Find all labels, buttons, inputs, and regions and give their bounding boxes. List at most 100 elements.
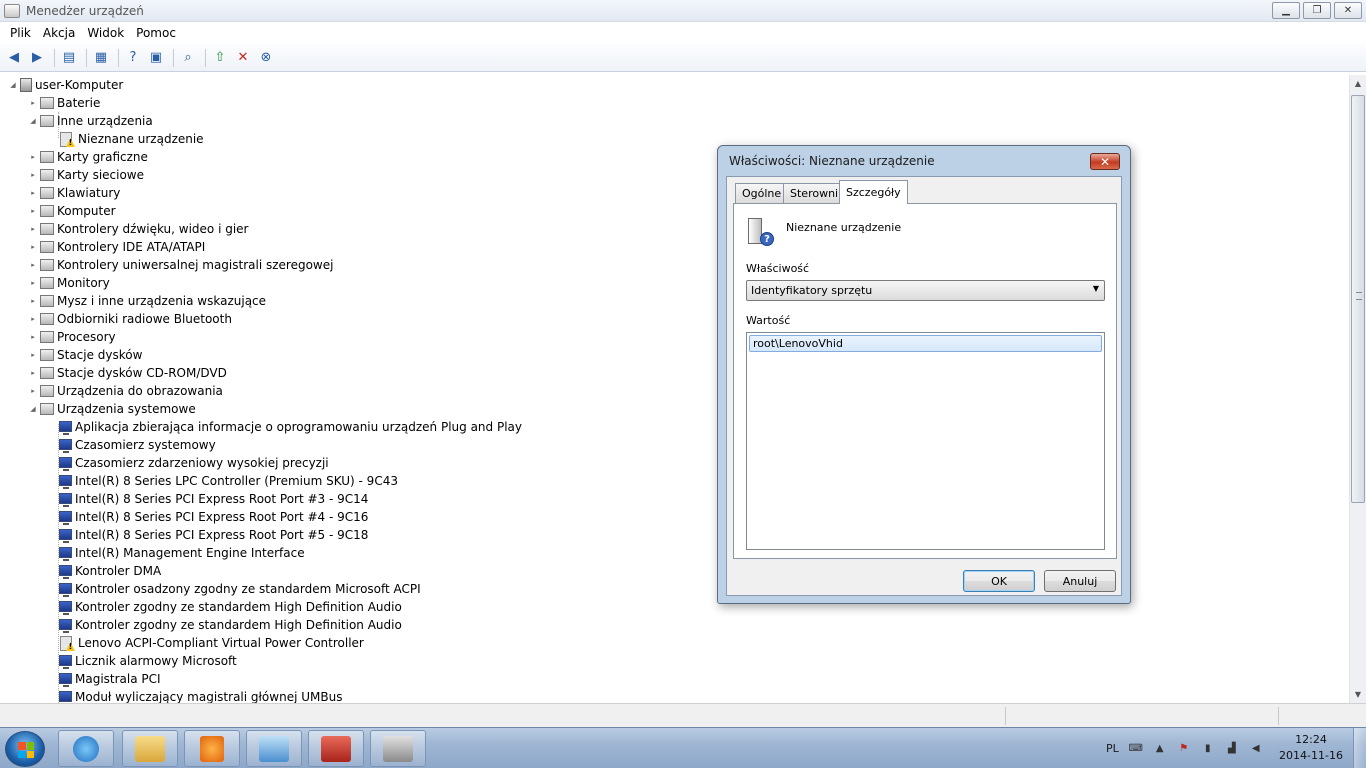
expand-arrow-icon[interactable]: ▸ — [28, 207, 38, 215]
tree-category-urza-dzenia-systemowe[interactable]: ◢ Urządzenia systemowe — [28, 400, 195, 418]
value-listbox[interactable]: root\LenovoVhid — [746, 332, 1105, 550]
media-player-taskbar-button[interactable] — [184, 730, 240, 767]
uninstall-icon[interactable]: ⊗ — [256, 48, 276, 68]
action-center-icon[interactable]: ⚑ — [1177, 743, 1191, 755]
collapse-arrow-icon[interactable]: ◢ — [28, 405, 38, 413]
expand-arrow-icon[interactable]: ▸ — [28, 189, 38, 197]
close-button[interactable]: ✕ — [1334, 2, 1362, 19]
show-desktop-button[interactable] — [1353, 728, 1366, 768]
keyboard-icon[interactable]: ⌨ — [1129, 743, 1143, 755]
tree-device-item[interactable]: Intel(R) 8 Series PCI Express Root Port … — [47, 526, 368, 544]
tree-device-item[interactable]: Kontroler DMA — [47, 562, 161, 580]
expand-arrow-icon[interactable]: ▸ — [28, 225, 38, 233]
expand-arrow-icon[interactable]: ▸ — [28, 333, 38, 341]
collapse-arrow-icon[interactable]: ◢ — [8, 81, 18, 89]
expand-arrow-icon[interactable]: ▸ — [28, 261, 38, 269]
menu-action[interactable]: Akcja — [37, 26, 81, 40]
expand-arrow-icon[interactable]: ▸ — [28, 387, 38, 395]
dialog-close-button[interactable]: ✕ — [1090, 153, 1120, 170]
toolbox-taskbar-button[interactable] — [308, 730, 364, 767]
tree-category-karty-graficzne[interactable]: ▸ Karty graficzne — [28, 148, 148, 166]
tree-category-kontrolery-dz-wie-ku-wideo-i-gier[interactable]: ▸ Kontrolery dźwięku, wideo i gier — [28, 220, 248, 238]
cancel-button[interactable]: Anuluj — [1044, 570, 1116, 592]
expand-arrow-icon[interactable]: ▸ — [28, 279, 38, 287]
tree-device-item[interactable]: Magistrala PCI — [47, 670, 161, 688]
menu-file[interactable]: Plik — [4, 26, 37, 40]
menu-help[interactable]: Pomoc — [130, 26, 182, 40]
tree-category-stacje-dysko-w-cd-rom-dvd[interactable]: ▸ Stacje dysków CD-ROM/DVD — [28, 364, 227, 382]
expand-arrow-icon[interactable]: ▸ — [28, 351, 38, 359]
tree-category-inne-urza-dzenia[interactable]: ◢ Inne urządzenia — [28, 112, 152, 130]
tree-device-item[interactable]: Kontroler zgodny ze standardem High Defi… — [47, 598, 402, 616]
tree-device-item[interactable]: Kontroler osadzony zgodny ze standardem … — [47, 580, 421, 598]
properties-icon[interactable]: ▦ — [91, 48, 111, 68]
tab-details[interactable]: Szczegóły — [839, 180, 908, 204]
minimize-button[interactable]: ▁ — [1272, 2, 1300, 19]
show-hide-console-tree-icon[interactable]: ▤ — [59, 48, 79, 68]
tree-device-item[interactable]: Intel(R) 8 Series PCI Express Root Port … — [47, 490, 368, 508]
tree-device-item[interactable]: Nieznane urządzenie — [47, 130, 204, 148]
device-manager-taskbar-button[interactable] — [370, 730, 426, 767]
tree-device-item[interactable]: Lenovo ACPI-Compliant Virtual Power Cont… — [47, 634, 364, 652]
tree-device-item[interactable]: Czasomierz zdarzeniowy wysokiej precyzji — [47, 454, 329, 472]
tree-category-monitory[interactable]: ▸ Monitory — [28, 274, 109, 292]
tree-category-mysz-i-inne-urza-dzenia-wskazuja-ce[interactable]: ▸ Mysz i inne urządzenia wskazujące — [28, 292, 266, 310]
battery-icon[interactable]: ▮ — [1201, 743, 1215, 755]
tree-scrollbar[interactable]: ▲ ▼ — [1349, 75, 1366, 703]
tree-category-klawiatury[interactable]: ▸ Klawiatury — [28, 184, 120, 202]
expand-arrow-icon[interactable]: ▸ — [28, 315, 38, 323]
property-select[interactable]: Identyfikatory sprzętu ▼ — [746, 280, 1105, 301]
view-icon[interactable]: ▣ — [146, 48, 166, 68]
tree-category-stacje-dysko-w[interactable]: ▸ Stacje dysków — [28, 346, 142, 364]
restore-button[interactable]: ❐ — [1303, 2, 1331, 19]
scan-hardware-icon[interactable]: ⌕ — [178, 48, 198, 68]
tree-device-item[interactable]: Licznik alarmowy Microsoft — [47, 652, 237, 670]
tree-category-procesory[interactable]: ▸ Procesory — [28, 328, 115, 346]
language-indicator[interactable]: PL — [1106, 742, 1119, 755]
menu-view[interactable]: Widok — [81, 26, 130, 40]
tree-device-item[interactable]: Czasomierz systemowy — [47, 436, 216, 454]
scroll-down-icon[interactable]: ▼ — [1350, 686, 1366, 703]
expand-arrow-icon[interactable]: ▸ — [28, 171, 38, 179]
back-icon[interactable]: ◀ — [4, 48, 24, 68]
control-panel-taskbar-button[interactable] — [246, 730, 302, 767]
scroll-up-icon[interactable]: ▲ — [1350, 75, 1366, 92]
tree-category-kontrolery-uniwersalnej-magistrali-szeregowej[interactable]: ▸ Kontrolery uniwersalnej magistrali szer… — [28, 256, 333, 274]
tree-device-item[interactable]: Kontroler zgodny ze standardem High Defi… — [47, 616, 402, 634]
expand-arrow-icon[interactable]: ▸ — [28, 243, 38, 251]
tree-category-urza-dzenia-do-obrazowania[interactable]: ▸ Urządzenia do obrazowania — [28, 382, 223, 400]
collapse-arrow-icon[interactable]: ◢ — [28, 117, 38, 125]
tree-root[interactable]: ◢ user-Komputer — [8, 76, 123, 94]
update-driver-icon[interactable]: ⇧ — [210, 48, 230, 68]
explorer-taskbar-button[interactable] — [122, 730, 178, 767]
tree-category-baterie[interactable]: ▸ Baterie — [28, 94, 100, 112]
clock[interactable]: 12:24 2014-11-16 — [1275, 732, 1347, 764]
tree-device-item[interactable]: Intel(R) 8 Series PCI Express Root Port … — [47, 508, 368, 526]
ok-button[interactable]: OK — [963, 570, 1035, 592]
forward-icon[interactable]: ▶ — [27, 48, 47, 68]
help-icon[interactable]: ? — [123, 48, 143, 68]
device-tree[interactable]: ◢ user-Komputer ▸ Baterie ◢ Inne urządzenia Ni… — [2, 75, 1348, 703]
network-icon[interactable]: ▟ — [1225, 743, 1239, 755]
tree-category-kontrolery-ide-ata-atapi[interactable]: ▸ Kontrolery IDE ATA/ATAPI — [28, 238, 205, 256]
tree-device-item[interactable]: Moduł wyliczający magistrali głównej UMB… — [47, 688, 342, 703]
list-item[interactable]: root\LenovoVhid — [749, 335, 1102, 352]
tree-device-item[interactable]: Aplikacja zbierająca informacje o oprogr… — [47, 418, 522, 436]
disable-icon[interactable]: ✕ — [233, 48, 253, 68]
show-hidden-icons-icon[interactable]: ▲ — [1153, 743, 1167, 755]
system-device-icon — [59, 510, 72, 525]
scrollbar-thumb[interactable] — [1351, 95, 1365, 503]
volume-icon[interactable]: ◀ — [1249, 743, 1263, 755]
tree-device-item[interactable]: Intel(R) Management Engine Interface — [47, 544, 305, 562]
expand-arrow-icon[interactable]: ▸ — [28, 369, 38, 377]
start-button[interactable] — [5, 731, 45, 767]
expand-arrow-icon[interactable]: ▸ — [28, 99, 38, 107]
expand-arrow-icon[interactable]: ▸ — [28, 297, 38, 305]
tab-general[interactable]: Ogólne — [735, 183, 789, 203]
tree-category-odbiorniki-radiowe-bluetooth[interactable]: ▸ Odbiorniki radiowe Bluetooth — [28, 310, 232, 328]
internet-explorer-taskbar-button[interactable] — [58, 730, 114, 767]
tree-category-komputer[interactable]: ▸ Komputer — [28, 202, 115, 220]
expand-arrow-icon[interactable]: ▸ — [28, 153, 38, 161]
tree-device-item[interactable]: Intel(R) 8 Series LPC Controller (Premiu… — [47, 472, 398, 490]
tree-category-karty-sieciowe[interactable]: ▸ Karty sieciowe — [28, 166, 144, 184]
